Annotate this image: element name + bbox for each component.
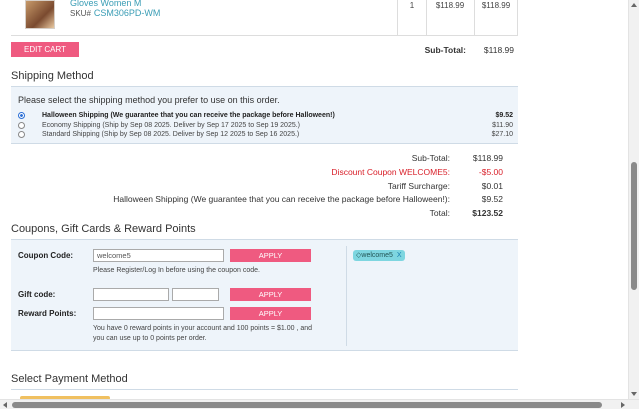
horizontal-scroll-thumb[interactable]: [12, 402, 602, 408]
reward-note-line2: you can use up to 0 points per order.: [93, 335, 207, 342]
radio-unselected-icon[interactable]: [18, 131, 25, 138]
apply-coupon-button[interactable]: APPLY: [230, 249, 311, 262]
gift-code-label: Gift code:: [18, 290, 56, 299]
coupon-note: Please Register/Log In before using the …: [93, 267, 260, 274]
section-divider: [11, 389, 518, 390]
product-name-link[interactable]: Gloves Women M: [70, 0, 141, 8]
coupons-title: Coupons, Gift Cards & Reward Points: [11, 223, 196, 235]
shipping-option-standard[interactable]: Standard Shipping (Ship by Sep 08 2025. …: [18, 131, 513, 140]
coupon-code-label: Coupon Code:: [18, 251, 74, 260]
subtotal-value: $118.99: [472, 153, 503, 163]
cart-subtotal-value: $118.99: [483, 45, 514, 55]
coupon-panel-divider: [346, 246, 347, 346]
applied-coupon-code: welcome5: [361, 252, 393, 259]
shipping-option-price: $27.10: [491, 131, 513, 138]
scroll-down-arrow-icon[interactable]: [631, 392, 637, 396]
sku-value: CSM306PD-WM: [93, 8, 161, 18]
shipping-option-economy[interactable]: Economy Shipping (Ship by Sep 08 2025. D…: [18, 122, 513, 131]
total-value: $123.52: [472, 208, 503, 218]
shipping-option-label: Economy Shipping (Ship by Sep 08 2025. D…: [42, 122, 301, 129]
gift-pin-input[interactable]: [172, 288, 219, 301]
column-divider: [397, 0, 398, 36]
applied-coupon-tag: ◇welcome5 X: [353, 250, 405, 261]
coupons-panel: Coupon Code: welcome5 APPLY Please Regis…: [11, 240, 518, 351]
shipping-option-price: $11.90: [492, 122, 513, 129]
edit-cart-button[interactable]: EDIT CART: [11, 42, 79, 57]
shipping-method-title: Shipping Method: [11, 70, 94, 82]
radio-selected-icon[interactable]: [18, 112, 25, 119]
tariff-value: $0.01: [481, 181, 503, 191]
product-qty: 1: [409, 1, 415, 10]
discount-label: Discount Coupon WELCOME5:: [331, 167, 450, 177]
sku-label: SKU#: [70, 9, 91, 18]
reward-points-input[interactable]: [93, 307, 224, 320]
column-divider: [426, 0, 427, 36]
checkout-page: Gloves Women M SKU# CSM306PD-WM 1 $118.99…: [0, 0, 628, 399]
product-line-total: $118.99: [481, 1, 511, 10]
scroll-left-arrow-icon[interactable]: [3, 402, 7, 408]
radio-unselected-icon[interactable]: [18, 122, 25, 129]
horizontal-scrollbar[interactable]: [0, 399, 639, 409]
tariff-label: Tariff Surcharge:: [387, 181, 450, 191]
apply-reward-button[interactable]: APPLY: [230, 307, 311, 320]
product-unit-price: $118.99: [435, 1, 465, 10]
remove-coupon-icon[interactable]: X: [397, 252, 402, 259]
vertical-scroll-thumb[interactable]: [631, 162, 637, 290]
shipping-option-label: Standard Shipping (Ship by Sep 08 2025. …: [42, 131, 300, 138]
gift-code-input[interactable]: [93, 288, 169, 301]
payment-method-title: Select Payment Method: [11, 373, 128, 385]
shipping-cost-label: Halloween Shipping (We guarantee that yo…: [113, 194, 450, 204]
cart-product-row: Gloves Women M SKU# CSM306PD-WM 1 $118.99…: [11, 0, 518, 36]
subtotal-label: Sub-Total:: [411, 153, 450, 163]
coupon-code-input[interactable]: welcome5: [93, 249, 224, 262]
reward-note-line1: You have 0 reward points in your account…: [93, 325, 313, 332]
column-divider: [517, 0, 518, 36]
shipping-option-halloween[interactable]: Halloween Shipping (We guarantee that yo…: [18, 112, 513, 121]
reward-points-label: Reward Points:: [18, 309, 77, 318]
apply-gift-button[interactable]: APPLY: [230, 288, 311, 301]
shipping-options-panel: Please select the shipping method you pr…: [11, 87, 518, 144]
product-sku: SKU# CSM306PD-WM: [70, 8, 160, 18]
product-thumbnail[interactable]: [25, 0, 55, 29]
column-divider: [474, 0, 475, 36]
vertical-scrollbar[interactable]: [628, 0, 639, 399]
shipping-option-price: $9.52: [495, 112, 513, 119]
shipping-cost-value: $9.52: [481, 194, 503, 204]
total-label: Total:: [429, 208, 450, 218]
discount-value: -$5.00: [478, 167, 503, 177]
scroll-right-arrow-icon[interactable]: [621, 402, 625, 408]
cart-subtotal-label: Sub-Total:: [424, 45, 466, 55]
shipping-prompt: Please select the shipping method you pr…: [18, 95, 280, 105]
scroll-up-arrow-icon[interactable]: [631, 3, 637, 7]
shipping-option-label: Halloween Shipping (We guarantee that yo…: [42, 112, 335, 119]
